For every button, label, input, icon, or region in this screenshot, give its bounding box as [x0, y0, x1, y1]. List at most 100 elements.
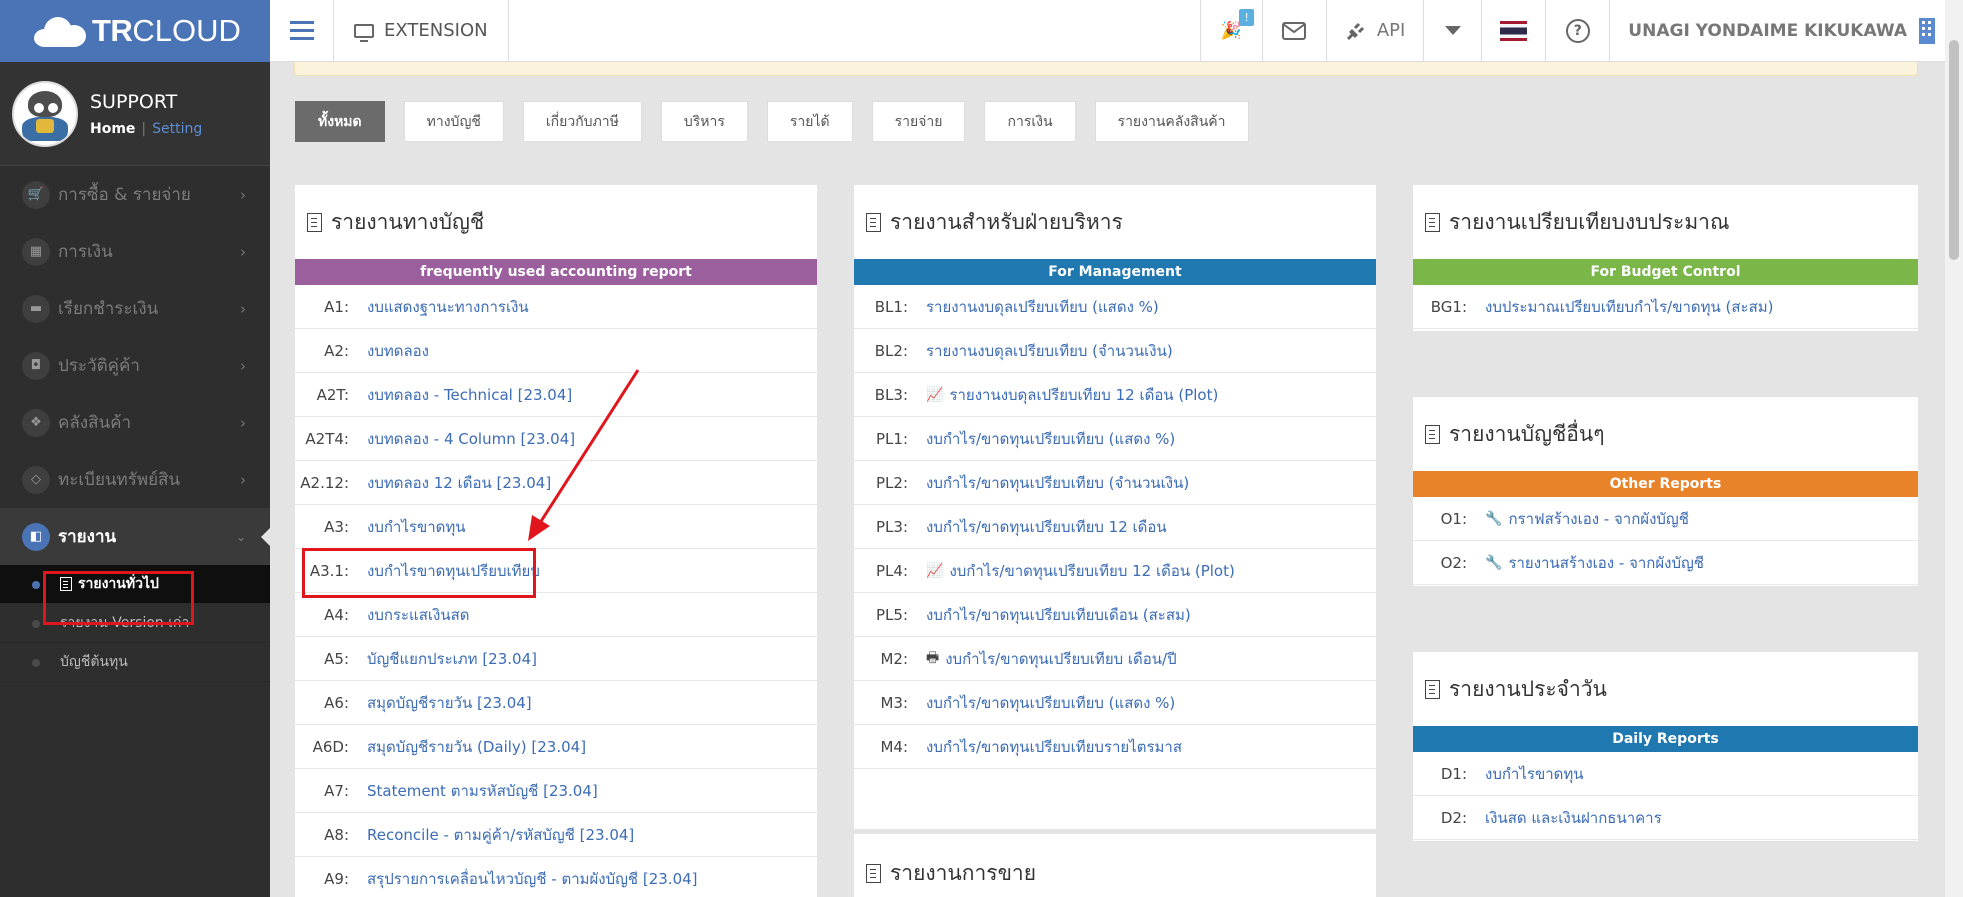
report-link[interactable]: งบกำไร/ขาดทุนเปรียบเทียบ 12 เดือน	[926, 515, 1167, 539]
api-label: API	[1376, 20, 1406, 41]
report-link[interactable]: 🔧 รายงานสร้างเอง - จากผังบัญชี	[1485, 551, 1704, 575]
report-link-label: งบกำไร/ขาดทุนเปรียบเทียบ (แสดง %)	[926, 693, 1176, 712]
report-row: O1: 🔧 กราฟสร้างเอง - จากผังบัญชี	[1413, 497, 1918, 541]
scrollbar-thumb[interactable]	[1949, 40, 1959, 260]
document-icon	[307, 212, 322, 232]
avatar[interactable]	[12, 80, 78, 147]
report-code: M3:	[880, 693, 908, 712]
bullet-icon	[32, 659, 40, 667]
sidebar-item-label: คลังสินค้า	[58, 413, 132, 433]
help-button[interactable]: ?	[1545, 0, 1609, 62]
report-link[interactable]: งบทดลอง - 4 Column [23.04]	[367, 427, 575, 451]
report-link[interactable]: งบทดลอง - Technical [23.04]	[367, 383, 572, 407]
sidebar-item-billing[interactable]: ▬ เรียกชำระเงิน ›	[0, 280, 270, 337]
alert-banner	[294, 62, 1918, 76]
sidebar-subitem-cost-accounting[interactable]: บัญชีต้นทุน	[0, 643, 270, 682]
report-link[interactable]: Statement ตามรหัสบัญชี [23.04]	[367, 779, 598, 803]
sidebar-item-purchase[interactable]: 🛒 การซื้อ & รายจ่าย ›	[0, 166, 270, 223]
report-link[interactable]: งบกำไร/ขาดทุนเปรียบเทียบ (แสดง %)	[926, 691, 1175, 715]
report-row: O2: 🔧 รายงานสร้างเอง - จากผังบัญชี	[1413, 541, 1918, 585]
filter-tax[interactable]: เกี่ยวกับภาษี	[522, 101, 642, 142]
report-link[interactable]: 🖶 งบกำไร/ขาดทุนเปรียบเทียบ เดือน/ปี	[926, 647, 1177, 671]
filter-expense[interactable]: รายจ่าย	[871, 101, 966, 142]
report-link[interactable]: บัญชีแยกประเภท [23.04]	[367, 647, 537, 671]
report-link[interactable]: งบทดลอง 12 เดือน [23.04]	[367, 471, 551, 495]
filter-all[interactable]: ทั้งหมด	[295, 101, 385, 142]
report-link[interactable]: เงินสด และเงินฝากธนาคาร	[1485, 806, 1662, 830]
report-code: A2:	[324, 341, 349, 360]
language-button[interactable]	[1481, 0, 1545, 62]
report-link[interactable]: งบทดลอง	[367, 339, 429, 363]
messages-button[interactable]	[1261, 0, 1326, 62]
report-row: PL1: งบกำไร/ขาดทุนเปรียบเทียบ (แสดง %)	[854, 417, 1376, 461]
report-row: A8: Reconcile - ตามคู่ค้า/รหัสบัญชี [23.0…	[295, 813, 817, 857]
wrench-icon: 🔧	[1485, 510, 1503, 527]
daily-reports-panel: รายงานประจำวัน Daily Reports D1: งบกำไรขา…	[1413, 652, 1918, 841]
user-profile: SUPPORT Home | Setting	[0, 62, 270, 166]
sidebar-item-finance[interactable]: ▦ การเงิน ›	[0, 223, 270, 280]
report-link[interactable]: 🔧 กราฟสร้างเอง - จากผังบัญชี	[1485, 507, 1689, 531]
report-link[interactable]: งบกำไร/ขาดทุนเปรียบเทียบ (แสดง %)	[926, 427, 1175, 451]
report-link[interactable]: สมุดบัญชีรายวัน (Daily) [23.04]	[367, 735, 586, 759]
report-link[interactable]: งบกำไร/ขาดทุนเปรียบเทียบเดือน (สะสม)	[926, 603, 1191, 627]
report-link[interactable]: งบกระแสเงินสด	[367, 603, 469, 627]
budget-reports-panel: รายงานเปรียบเทียบงบประมาณ For Budget Con…	[1413, 185, 1918, 331]
report-link[interactable]: งบกำไรขาดทุน	[1485, 762, 1584, 786]
report-row: PL3: งบกำไร/ขาดทุนเปรียบเทียบ 12 เดือน	[854, 505, 1376, 549]
report-code: M2:	[880, 649, 908, 668]
filter-income[interactable]: รายได้	[766, 101, 853, 142]
sidebar-item-assets[interactable]: ◇ ทะเบียนทรัพย์สิน ›	[0, 451, 270, 508]
report-link[interactable]: 📈 รายงานงบดุลเปรียบเทียบ 12 เดือน (Plot)	[926, 383, 1218, 407]
filter-inventory[interactable]: รายงานคลังสินค้า	[1094, 101, 1249, 142]
report-code: O2:	[1440, 553, 1467, 572]
report-link[interactable]: งบกำไร/ขาดทุนเปรียบเทียบ (จำนวนเงิน)	[926, 471, 1189, 495]
setting-link[interactable]: Setting	[152, 121, 202, 137]
sidebar-item-reports[interactable]: ◧ รายงาน ⌄	[0, 508, 270, 565]
panel-band: Daily Reports	[1413, 726, 1918, 752]
notifications-button[interactable]: 🎉 !	[1199, 0, 1262, 62]
dropdown-toggle[interactable]	[1423, 0, 1481, 62]
document-icon	[866, 863, 881, 883]
report-link[interactable]: งบกำไร/ขาดทุนเปรียบเทียบรายไตรมาส	[926, 735, 1182, 759]
chevron-right-icon: ›	[240, 243, 246, 261]
api-button[interactable]: API	[1325, 0, 1423, 62]
report-row: BL2: รายงานงบดุลเปรียบเทียบ (จำนวนเงิน)	[854, 329, 1376, 373]
report-link[interactable]: งบกำไรขาดทุน	[367, 515, 466, 539]
filter-finance[interactable]: การเงิน	[984, 101, 1076, 142]
report-link-label: งบกำไร/ขาดทุนเปรียบเทียบ 12 เดือน (Plot)	[949, 561, 1235, 580]
extension-button[interactable]: EXTENSION	[334, 0, 509, 62]
report-code: PL1:	[876, 429, 908, 448]
report-link[interactable]: Reconcile - ตามคู่ค้า/รหัสบัญชี [23.04]	[367, 823, 634, 847]
report-row: PL5: งบกำไร/ขาดทุนเปรียบเทียบเดือน (สะสม)	[854, 593, 1376, 637]
menu-toggle-button[interactable]	[270, 0, 334, 62]
panel-band: For Budget Control	[1413, 259, 1918, 285]
report-link[interactable]: งบประมาณเปรียบเทียบกำไร/ขาดทุน (สะสม)	[1485, 295, 1774, 319]
report-link[interactable]: สรุปรายการเคลื่อนไหวบัญชี - ตามผังบัญชี …	[367, 867, 698, 891]
filter-management[interactable]: บริหาร	[660, 101, 748, 142]
line-chart-icon: 📈	[926, 386, 944, 403]
sidebar-item-label: การเงิน	[58, 242, 113, 262]
filter-accounting[interactable]: ทางบัญชี	[403, 101, 504, 142]
report-row: A1: งบแสดงฐานะทางการเงิน	[295, 285, 817, 329]
report-link[interactable]: สมุดบัญชีรายวัน [23.04]	[367, 691, 532, 715]
panel-band: For Management	[854, 259, 1376, 285]
report-row: A7: Statement ตามรหัสบัญชี [23.04]	[295, 769, 817, 813]
report-link[interactable]: รายงานงบดุลเปรียบเทียบ (จำนวนเงิน)	[926, 339, 1173, 363]
highlight-box-sidebar	[43, 571, 194, 625]
report-row: M4: งบกำไร/ขาดทุนเปรียบเทียบรายไตรมาส	[854, 725, 1376, 769]
brand-logo[interactable]: TR CLOUD	[0, 0, 270, 62]
report-link[interactable]: รายงานงบดุลเปรียบเทียบ (แสดง %)	[926, 295, 1159, 319]
report-code: A7:	[324, 781, 349, 800]
sidebar-item-contacts[interactable]: ◘ ประวัติคู่ค้า ›	[0, 337, 270, 394]
report-link-label: รายงานงบดุลเปรียบเทียบ (แสดง %)	[926, 297, 1159, 316]
report-link-label: งบทดลอง	[367, 341, 429, 360]
report-link[interactable]: 📈 งบกำไร/ขาดทุนเปรียบเทียบ 12 เดือน (Plot…	[926, 559, 1235, 583]
sidebar-item-inventory[interactable]: ❖ คลังสินค้า ›	[0, 394, 270, 451]
user-menu[interactable]: UNAGI YONDAIME KIKUKAWA	[1609, 0, 1945, 62]
report-link[interactable]: งบแสดงฐานะทางการเงิน	[367, 295, 529, 319]
profile-link-separator: |	[141, 120, 147, 137]
chevron-right-icon: ›	[240, 471, 246, 489]
scrollbar[interactable]	[1945, 0, 1963, 897]
home-link[interactable]: Home	[90, 121, 135, 137]
sidebar-item-label: ประวัติคู่ค้า	[58, 356, 140, 376]
